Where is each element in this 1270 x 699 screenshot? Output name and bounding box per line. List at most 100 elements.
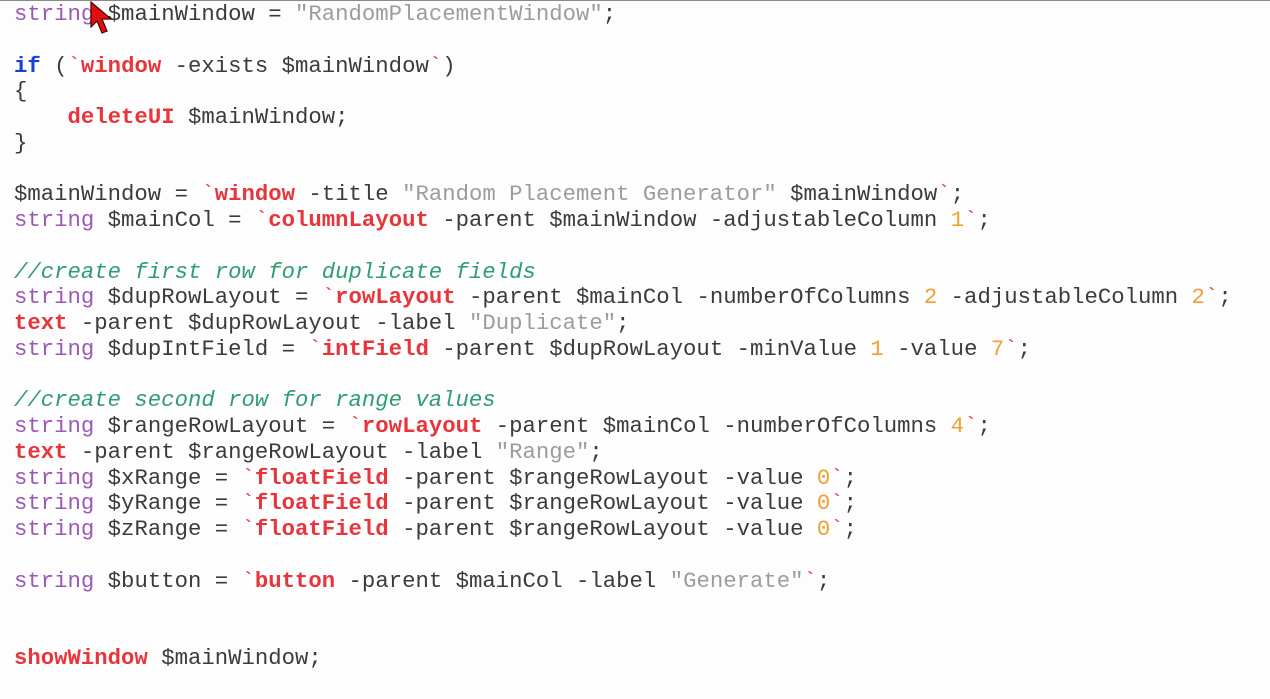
command-token: showWindow [14, 644, 148, 671]
code-token: ; [950, 181, 965, 208]
code-token: ; [1218, 284, 1232, 311]
code-token: $button = [94, 567, 242, 594]
code-line[interactable]: text -parent $rangeRowLayout -label "Ran… [14, 438, 1270, 466]
backtick-token: ` [964, 207, 978, 233]
code-lines[interactable]: string $mainWindow = "RandomPlacementWin… [14, 1, 1270, 672]
code-token: } [14, 129, 28, 156]
code-line[interactable] [14, 543, 1270, 569]
backtick-token: ` [241, 567, 255, 594]
mouse-pointer-icon [90, 1, 113, 34]
code-line[interactable]: string $mainCol = `columnLayout -parent … [14, 207, 1270, 234]
backtick-token: ` [803, 567, 817, 594]
code-token: -parent $mainCol -numberOfColumns [482, 413, 951, 439]
code-line[interactable] [14, 157, 1270, 183]
code-token: { [14, 78, 28, 105]
code-token: -parent $rangeRowLayout -value [388, 516, 817, 542]
code-line[interactable]: if (`window -exists $mainWindow`) [14, 52, 1270, 80]
type-token: string [14, 284, 95, 311]
backtick-token: ` [830, 490, 844, 517]
code-token: -parent $dupRowLayout -minValue [428, 335, 871, 362]
code-line[interactable]: text -parent $dupRowLayout -label "Dupli… [14, 310, 1270, 337]
type-token: string [14, 490, 95, 517]
backtick-token: ` [321, 284, 336, 311]
number-token: 4 [950, 413, 965, 439]
comment-token: //create first row for duplicate fields [14, 258, 536, 285]
code-line[interactable]: string $dupRowLayout = `rowLayout -paren… [14, 284, 1270, 311]
command-token: button [254, 567, 336, 594]
number-token: 1 [950, 207, 965, 233]
code-token: ; [843, 516, 858, 542]
code-line[interactable]: string $zRange = `floatField -parent $ra… [14, 516, 1270, 543]
command-token: intField [321, 335, 429, 362]
code-line[interactable]: string $button = `button -parent $mainCo… [14, 567, 1270, 595]
code-token: $mainWindow; [174, 104, 349, 130]
backtick-token: ` [241, 516, 255, 542]
code-token: $zRange = [94, 516, 242, 542]
code-token: -title [295, 181, 403, 208]
command-token: window [80, 52, 162, 79]
code-token: ) [442, 52, 456, 79]
number-token: 0 [816, 516, 831, 542]
backtick-token: ` [241, 464, 255, 491]
code-token: -adjustableColumn [937, 284, 1192, 311]
code-line[interactable]: string $yRange = `floatField -parent $ra… [14, 490, 1270, 517]
string-token: "RandomPlacementWindow" [295, 1, 603, 27]
code-token: ; [843, 490, 858, 517]
command-token: text [14, 310, 68, 336]
type-token: string [14, 335, 95, 362]
command-token: floatField [254, 490, 389, 517]
backtick-token: ` [254, 207, 269, 233]
code-token: ; [977, 207, 991, 233]
code-token: -value [883, 335, 991, 362]
code-token: $mainWindow = [94, 1, 296, 27]
code-line[interactable]: $mainWindow = `window -title "Random Pla… [14, 181, 1270, 208]
code-line[interactable] [14, 620, 1270, 646]
code-line[interactable]: string $xRange = `floatField -parent $ra… [14, 464, 1270, 492]
code-line[interactable]: string $rangeRowLayout = `rowLayout -par… [14, 413, 1270, 440]
command-token: floatField [254, 516, 389, 542]
number-token: 2 [923, 284, 938, 311]
code-token: ; [589, 438, 603, 465]
command-token: rowLayout [335, 284, 456, 311]
command-token: rowLayout [361, 413, 483, 439]
backtick-token: ` [308, 335, 322, 362]
number-token: 0 [816, 464, 831, 491]
code-line[interactable] [14, 594, 1270, 620]
code-line[interactable]: //create second row for range values [14, 387, 1270, 414]
code-line[interactable]: showWindow $mainWindow; [14, 644, 1270, 672]
code-line[interactable] [14, 28, 1270, 54]
string-token: "Duplicate" [468, 310, 617, 336]
backtick-token: ` [830, 516, 844, 542]
backtick-token: ` [348, 413, 362, 439]
code-token: ; [602, 1, 617, 27]
code-line[interactable]: { [14, 78, 1270, 105]
number-token: 7 [990, 335, 1005, 362]
backtick-token: ` [241, 490, 255, 517]
code-line[interactable]: //create first row for duplicate fields [14, 258, 1270, 286]
code-line[interactable]: deleteUI $mainWindow; [14, 104, 1270, 131]
code-token: ; [977, 413, 991, 439]
code-token: $mainCol = [94, 207, 255, 233]
code-line[interactable]: } [14, 129, 1270, 157]
code-editor[interactable]: string $mainWindow = "RandomPlacementWin… [0, 0, 1270, 699]
code-line[interactable]: string $dupIntField = `intField -parent … [14, 335, 1270, 363]
code-line[interactable]: string $mainWindow = "RandomPlacementWin… [14, 1, 1270, 28]
code-token: ; [843, 464, 858, 491]
code-token: -exists $mainWindow [161, 52, 429, 79]
number-token: 0 [816, 490, 831, 517]
code-token: -parent $rangeRowLayout -value [388, 464, 817, 491]
code-token: $yRange = [94, 490, 242, 517]
backtick-token: ` [964, 413, 978, 439]
command-token: text [14, 438, 68, 465]
code-line[interactable] [14, 234, 1270, 260]
type-token: string [14, 516, 95, 542]
code-token: -parent $rangeRowLayout -label [67, 438, 496, 465]
type-token: string [14, 207, 95, 233]
code-token: -parent $rangeRowLayout -value [388, 490, 817, 517]
backtick-token: ` [67, 52, 81, 79]
command-token: columnLayout [268, 207, 429, 233]
command-token: floatField [254, 464, 389, 491]
backtick-token: ` [428, 52, 443, 79]
code-line[interactable] [14, 363, 1270, 389]
